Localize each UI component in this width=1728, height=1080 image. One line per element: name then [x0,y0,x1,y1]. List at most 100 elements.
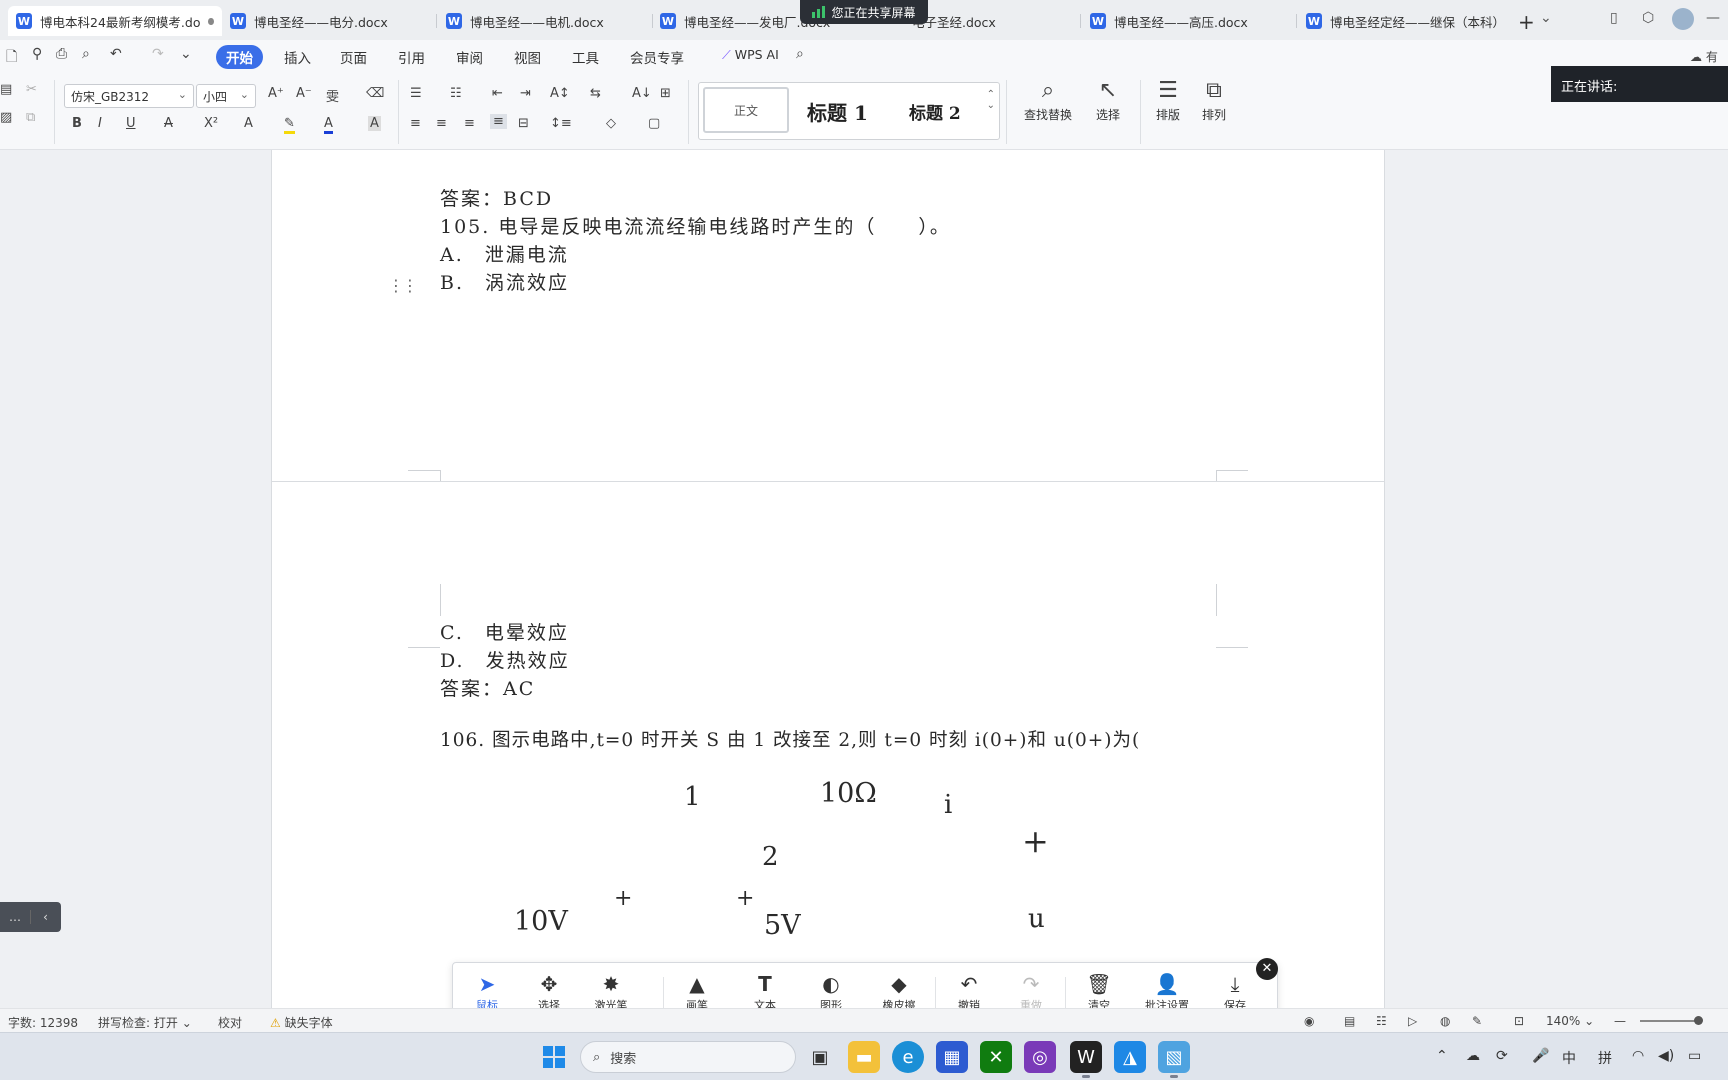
print-icon[interactable]: ⎙ [56,46,67,62]
style-heading-1[interactable]: 标题 1 [807,97,868,126]
border-icon[interactable]: ▢ [648,116,660,131]
paste-icon[interactable]: ▤ [0,82,12,97]
store-icon[interactable]: ▦ [936,1041,968,1073]
meeting-app-icon[interactable]: ◮ [1114,1041,1146,1073]
justify-icon[interactable]: ≡ [490,114,507,129]
align-right-icon[interactable]: ≡ [464,116,475,131]
font-shrink-icon[interactable]: A⁻ [296,86,312,101]
text-effect-icon[interactable]: A [244,116,253,131]
clear-format-icon[interactable]: ⌫ [366,86,384,101]
menu-references[interactable]: 引用 [388,45,435,69]
superscript-icon[interactable]: X² [204,116,218,131]
print-preview-icon[interactable]: ⌕ [82,46,90,62]
increase-indent-icon[interactable]: ⇥ [520,86,531,101]
quick-access-more-icon[interactable]: ⌄ [180,46,192,62]
italic-icon[interactable]: I [98,116,102,131]
wps-ai-button[interactable]: ⟋ WPS AI [712,45,789,65]
highlight-icon[interactable]: ✎ [284,116,295,134]
bold-icon[interactable]: B [72,116,82,131]
tab-document-1[interactable]: W 博电本科24最新考纲模考.do [8,6,222,36]
char-shading-icon[interactable]: A [368,116,381,131]
task-view-icon[interactable]: ▣ [804,1041,836,1073]
menu-home[interactable]: 开始 [216,45,263,69]
align-center-icon[interactable]: ≡ [436,116,447,131]
tool-redo[interactable]: ↷ 重做 [1003,971,1059,1013]
more-icon[interactable]: — [1706,10,1720,26]
menu-review[interactable]: 审阅 [446,45,493,69]
file-explorer-icon[interactable]: ▬ [848,1041,880,1073]
chevron-down-icon[interactable]: ⌄ [1540,10,1552,26]
tool-clear[interactable]: 🗑 清空 [1071,971,1127,1013]
link-icon[interactable]: ⚲ [32,46,42,62]
start-icon[interactable] [538,1041,570,1073]
paragraph-shading-icon[interactable]: ◇ [606,116,616,131]
font-size-select[interactable]: 小四 ⌄ [196,84,256,108]
style-heading-2[interactable]: 标题 2 [909,99,961,124]
taskbar-search[interactable]: ⌕ 搜索 [580,1041,796,1073]
tool-pen[interactable]: ▲ 画笔 [669,971,725,1013]
decrease-indent-icon[interactable]: ⇤ [492,86,503,101]
fit-page-icon[interactable]: ⊡ [1514,1014,1524,1028]
tool-annotation-settings[interactable]: 👤 批注设置 [1139,971,1195,1013]
file-menu-icon[interactable]: 🗋 [6,46,17,70]
undo-icon[interactable]: ↶ [110,46,122,62]
cut-icon[interactable]: ✂ [26,82,37,97]
edge-icon[interactable]: e [892,1041,924,1073]
cube-icon[interactable]: ⬡ [1642,10,1654,26]
wifi-icon[interactable]: ◠ [1632,1048,1644,1064]
line-spacing-icon[interactable]: ↕≡ [550,116,572,131]
phonetic-guide-icon[interactable]: 雯 [326,86,339,105]
strikethrough-icon[interactable]: A [164,116,173,131]
tool-laser[interactable]: ✸ 激光笔 [583,971,639,1013]
tab-document-6[interactable]: W 博电圣经——高压.docx [1082,6,1294,36]
search-icon[interactable]: ⌕ [796,46,804,62]
find-replace-button[interactable]: ⌕ 查找替换 [1016,76,1080,123]
font-grow-icon[interactable]: A⁺ [268,86,284,101]
sync-icon[interactable]: ⟳ [1496,1048,1508,1064]
avatar[interactable] [1672,8,1694,30]
menu-view[interactable]: 视图 [504,45,551,69]
distribute-icon[interactable]: ⊟ [518,116,529,131]
new-tab-plus-icon[interactable]: + [1518,10,1535,34]
tool-undo[interactable]: ↶ 撤销 [941,971,997,1013]
menu-page[interactable]: 页面 [330,45,377,69]
align-left-icon[interactable]: ≡ [410,116,421,131]
format-painter-icon[interactable]: ▨ [0,110,12,125]
tool-eraser[interactable]: ◆ 橡皮擦 [871,971,927,1013]
select-button[interactable]: ↖ 选择 [1084,76,1132,123]
layout-button[interactable]: ☰ 排版 [1146,76,1190,123]
volume-icon[interactable]: ◀) [1658,1048,1674,1064]
zoom-slider-thumb[interactable] [1694,1016,1703,1025]
zoom-out-icon[interactable]: — [1614,1014,1626,1028]
underline-icon[interactable]: U [126,116,136,131]
web-view-icon[interactable]: ◍ [1440,1014,1450,1028]
xbox-icon[interactable]: ✕ [980,1041,1012,1073]
gallery-scroll-icon[interactable]: ⌃ ⌄ [987,89,995,111]
drag-handle-icon[interactable]: ⋮⋮ [388,276,418,295]
play-icon[interactable]: ▷ [1408,1014,1417,1028]
window-layout-icon[interactable]: ▯ [1610,10,1618,26]
missing-font-warning[interactable]: ⚠ 缺失字体 [270,1014,333,1031]
redo-icon[interactable]: ↷ [152,46,164,62]
outline-view-icon[interactable]: ☷ [1376,1014,1387,1028]
tool-select[interactable]: ✥ 选择 [521,971,577,1013]
copy-icon[interactable]: ⧉ [26,110,35,125]
proofread-button[interactable]: 校对 [218,1014,242,1031]
microphone-icon[interactable]: 🎤 [1532,1048,1549,1064]
page-view-icon[interactable]: ▤ [1344,1014,1355,1028]
font-color-icon[interactable]: A [324,116,333,134]
tool-text[interactable]: T 文本 [737,971,793,1013]
tab-document-7[interactable]: W 博电圣经定经——继保（本科） [1298,6,1510,36]
zoom-level[interactable]: 140% ⌄ [1546,1014,1594,1028]
arrange-button[interactable]: ⧉ 排列 [1192,76,1236,123]
tray-expand-icon[interactable]: ⌃ [1436,1048,1448,1064]
app-icon[interactable]: ◎ [1024,1041,1056,1073]
menu-tools[interactable]: 工具 [562,45,609,69]
text-direction-icon[interactable]: A↕ [550,86,570,101]
side-panel-toggle[interactable]: … ‹ [0,902,61,932]
close-annotation-toolbar-icon[interactable]: ✕ [1256,958,1278,980]
zoom-slider-track[interactable] [1640,1020,1700,1022]
show-marks-icon[interactable]: ⊞ [660,86,671,101]
battery-icon[interactable]: ▭ [1688,1048,1701,1064]
spell-check-status[interactable]: 拼写检查: 打开 ⌄ [98,1014,192,1031]
